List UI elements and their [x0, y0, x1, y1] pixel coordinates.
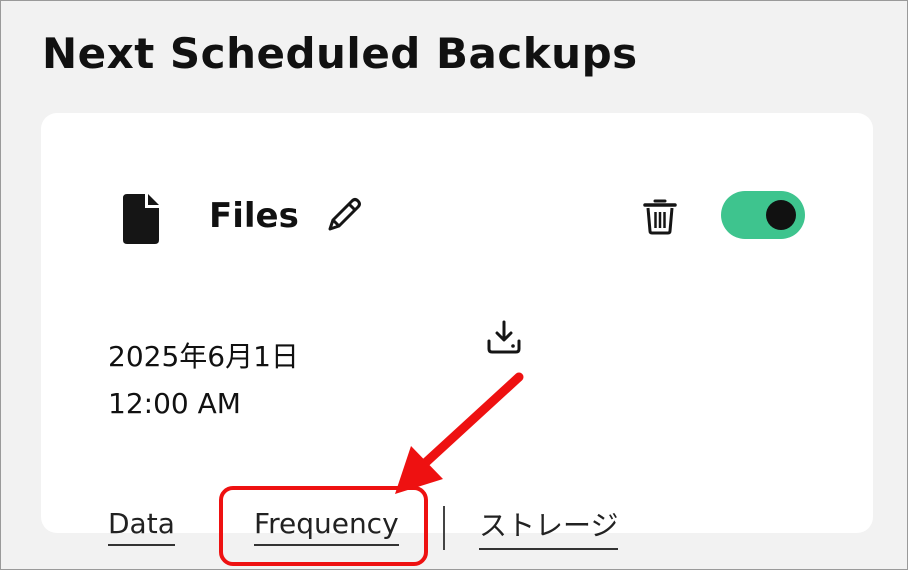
- trash-icon[interactable]: [642, 197, 678, 235]
- toggle-knob: [766, 200, 796, 230]
- tab-data[interactable]: Data: [108, 507, 175, 546]
- backup-time: 12:00 AM: [108, 387, 241, 420]
- pencil-icon[interactable]: [324, 193, 366, 235]
- download-icon[interactable]: [485, 319, 523, 357]
- page-title: Next Scheduled Backups: [42, 29, 638, 78]
- backup-date: 2025年6月1日: [108, 340, 299, 373]
- file-icon: [123, 194, 159, 244]
- screenshot-frame: Next Scheduled Backups Files 2025年6月1日 1…: [0, 0, 908, 570]
- annotation-arrow: [395, 372, 524, 494]
- backup-toggle[interactable]: [721, 191, 805, 239]
- card-title: Files: [209, 196, 299, 236]
- tab-divider: [443, 506, 445, 550]
